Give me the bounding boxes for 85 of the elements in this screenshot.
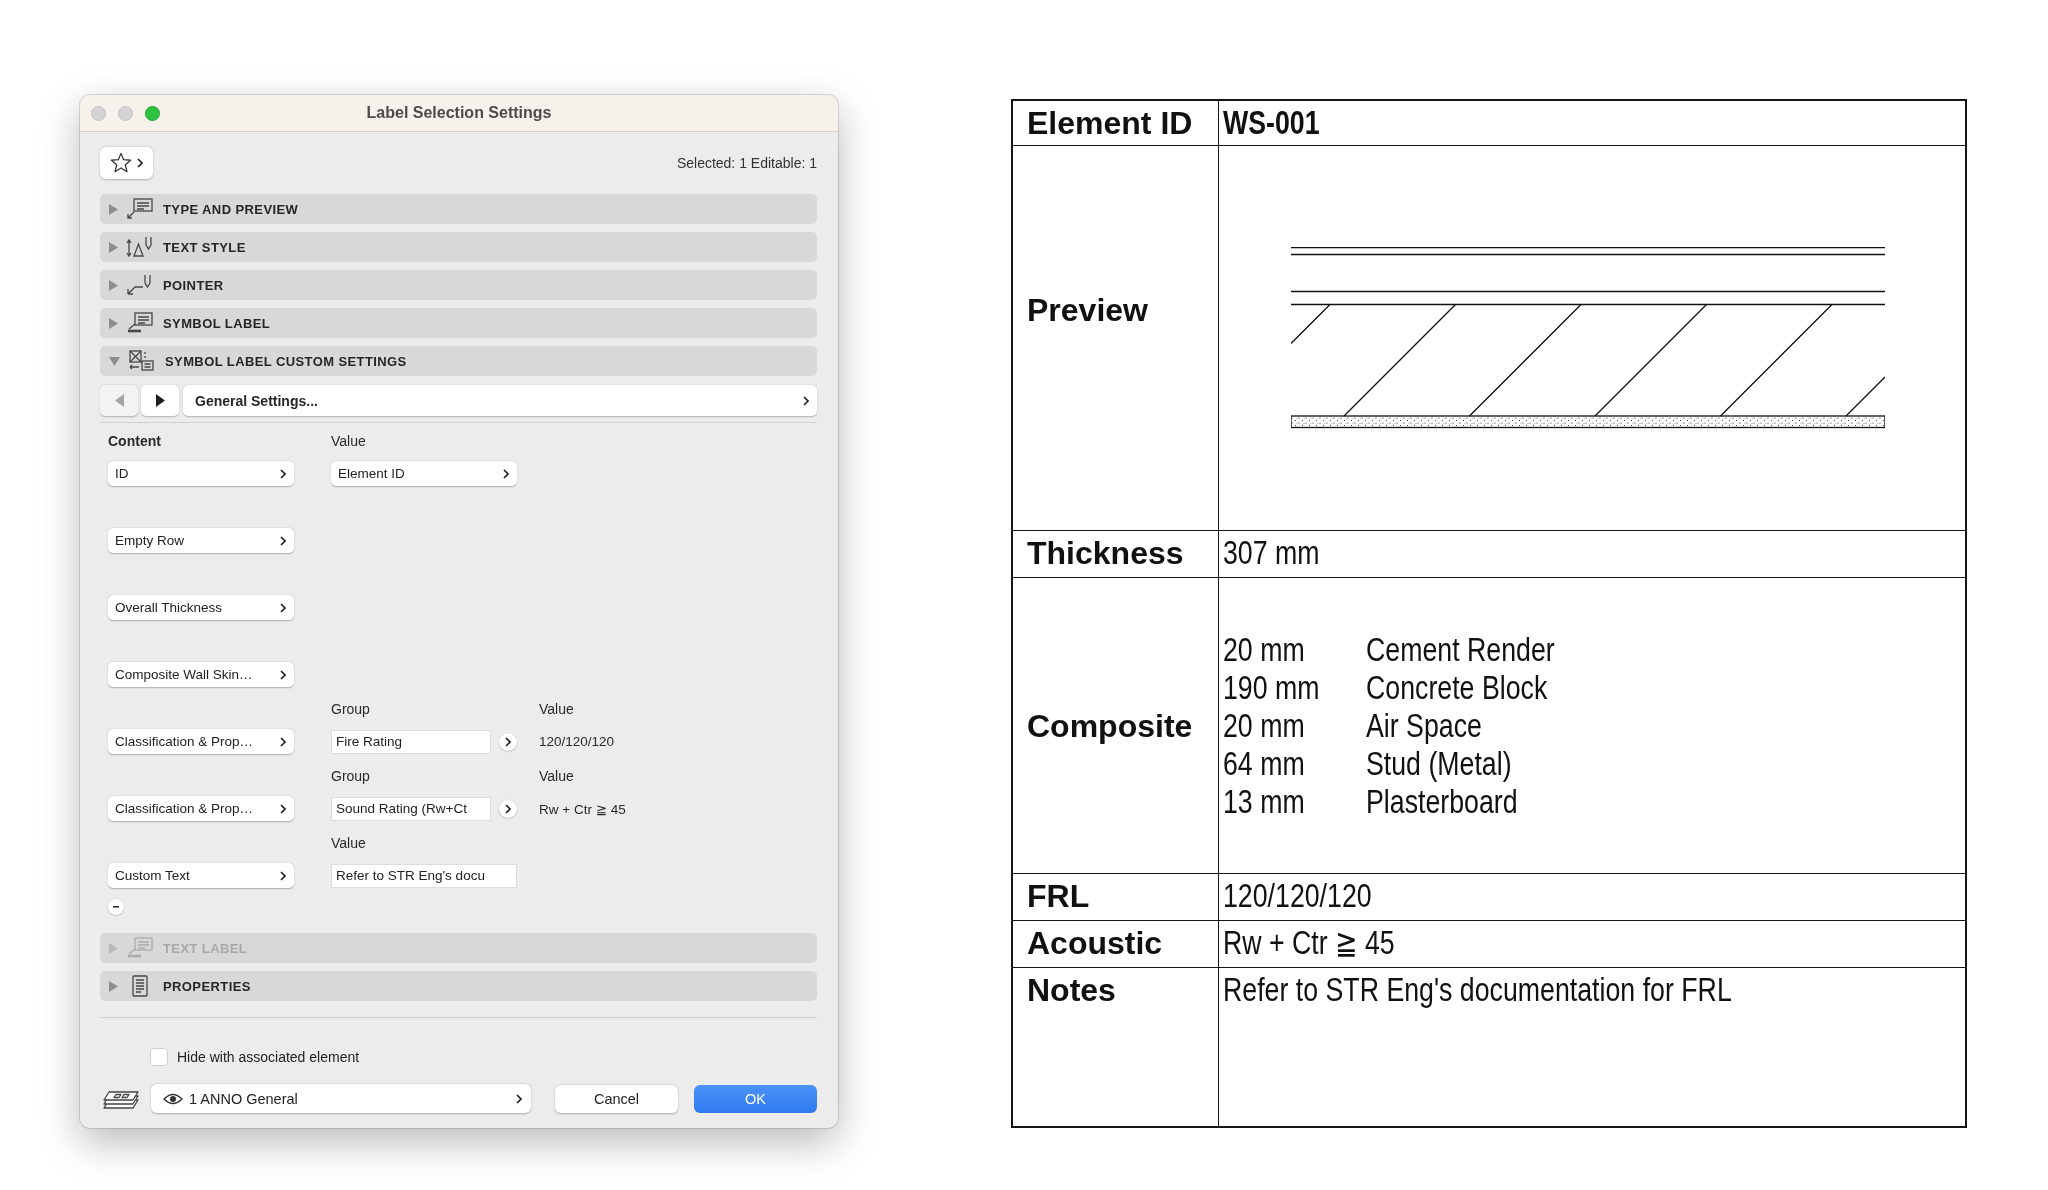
row-heading: Notes [1027,971,1116,1010]
triangle-left-icon [114,394,124,407]
group-picker-button[interactable] [499,732,517,751]
layer-thickness: 20 mm [1223,706,1305,745]
checkbox[interactable] [150,1048,168,1066]
layer-material: Air Space [1366,706,1482,745]
cell-value: 307 mm [1223,533,1320,573]
content-dropdown[interactable]: Composite Wall Skin… [108,662,294,687]
cell-value: Rw + Ctr ≧ 45 [1223,923,1395,963]
chevron-icon [505,803,511,814]
row-heading: Acoustic [1027,924,1163,963]
content-dropdown[interactable]: Classification & Prop… [108,796,294,821]
content-dropdown[interactable]: Custom Text [108,863,294,888]
content-dropdown[interactable]: Classification & Prop… [108,729,294,754]
section-header[interactable]: POINTER [100,270,817,300]
triangle-right-icon [155,394,165,407]
layer-material: Stud (Metal) [1366,744,1512,783]
cancel-button[interactable]: Cancel [555,1084,678,1113]
favorites-button[interactable] [100,147,153,179]
section-header[interactable]: TYPE AND PREVIEW [100,194,817,224]
chevron-icon [137,158,143,168]
column-caption: Group [331,768,371,784]
section-header[interactable]: TEXT STYLE [100,232,817,262]
layer-thickness: 13 mm [1223,782,1305,821]
row-heading: Element ID [1027,104,1193,143]
chevron-icon [280,602,286,613]
text-style-icon [126,236,154,258]
section-header[interactable]: SYMBOL LABEL CUSTOM SETTINGS [100,346,817,376]
text-field[interactable]: Refer to STR Eng's docu [331,863,517,888]
column-caption: Content [108,433,162,449]
checkbox-label: Hide with associated element [177,1049,360,1065]
section-header[interactable]: PROPERTIES [100,971,817,1001]
selection-count: Selected: 1 Editable: 1 [676,155,817,171]
group-field[interactable]: Sound Rating (Rw+Ct [331,796,491,821]
chevron-icon [280,535,286,546]
remove-row-button[interactable] [108,899,124,915]
column-caption: Group [331,701,371,717]
label-leader-icon [126,312,154,334]
chevron-icon [280,870,286,881]
chevron-icon [280,736,286,747]
next-button[interactable] [141,385,179,416]
chevron-icon [803,395,809,406]
star-icon [110,152,132,174]
cell-value: WS-001 [1223,103,1320,143]
ok-button[interactable]: OK [694,1084,817,1113]
label-preview-icon [126,198,154,220]
column-caption: Value [331,433,367,449]
layer-material: Plasterboard [1366,782,1518,821]
chevron-icon [505,736,511,747]
settings-list-icon [128,350,156,372]
content-dropdown[interactable]: Overall Thickness [108,595,294,620]
group-field[interactable]: Fire Rating [331,729,491,754]
chevron-icon [280,803,286,814]
cell-value: Refer to STR Eng's documentation for FRL [1223,970,1732,1010]
row-heading: Composite [1027,706,1193,746]
property-value: Rw + Ctr ≧ 45 [539,800,627,817]
row-heading: Preview [1027,291,1148,330]
row-heading: Thickness [1027,534,1184,573]
layer-material: Cement Render [1366,630,1555,669]
section-header[interactable]: SYMBOL LABEL [100,308,817,338]
value-dropdown[interactable]: Element ID [331,461,517,486]
column-caption: Value [331,835,367,851]
layer-thickness: 64 mm [1223,744,1305,783]
content-dropdown[interactable]: Empty Row [108,528,294,553]
label-leader-icon [126,937,154,959]
layer-material: Concrete Block [1366,668,1548,707]
minus-icon [113,906,119,908]
chevron-icon [280,669,286,680]
pointer-icon [126,274,154,296]
chevron-icon [516,1093,522,1104]
page-selector[interactable]: General Settings... [183,385,817,416]
eye-icon [163,1092,183,1105]
group-picker-button[interactable] [499,799,517,818]
column-caption: Value [539,768,575,784]
window-title: Label Selection Settings [366,104,552,122]
layer-thickness: 190 mm [1223,668,1320,707]
column-caption: Value [539,701,575,717]
chevron-icon [280,468,286,479]
chevron-icon [503,468,509,479]
cell-value: 120/120/120 [1223,876,1372,916]
layer-dropdown[interactable]: 1 ANNO General [151,1084,531,1113]
property-value: 120/120/120 [539,734,616,749]
content-dropdown[interactable]: ID [108,461,294,486]
row-heading: FRL [1027,877,1090,916]
layer-thickness: 20 mm [1223,630,1305,669]
